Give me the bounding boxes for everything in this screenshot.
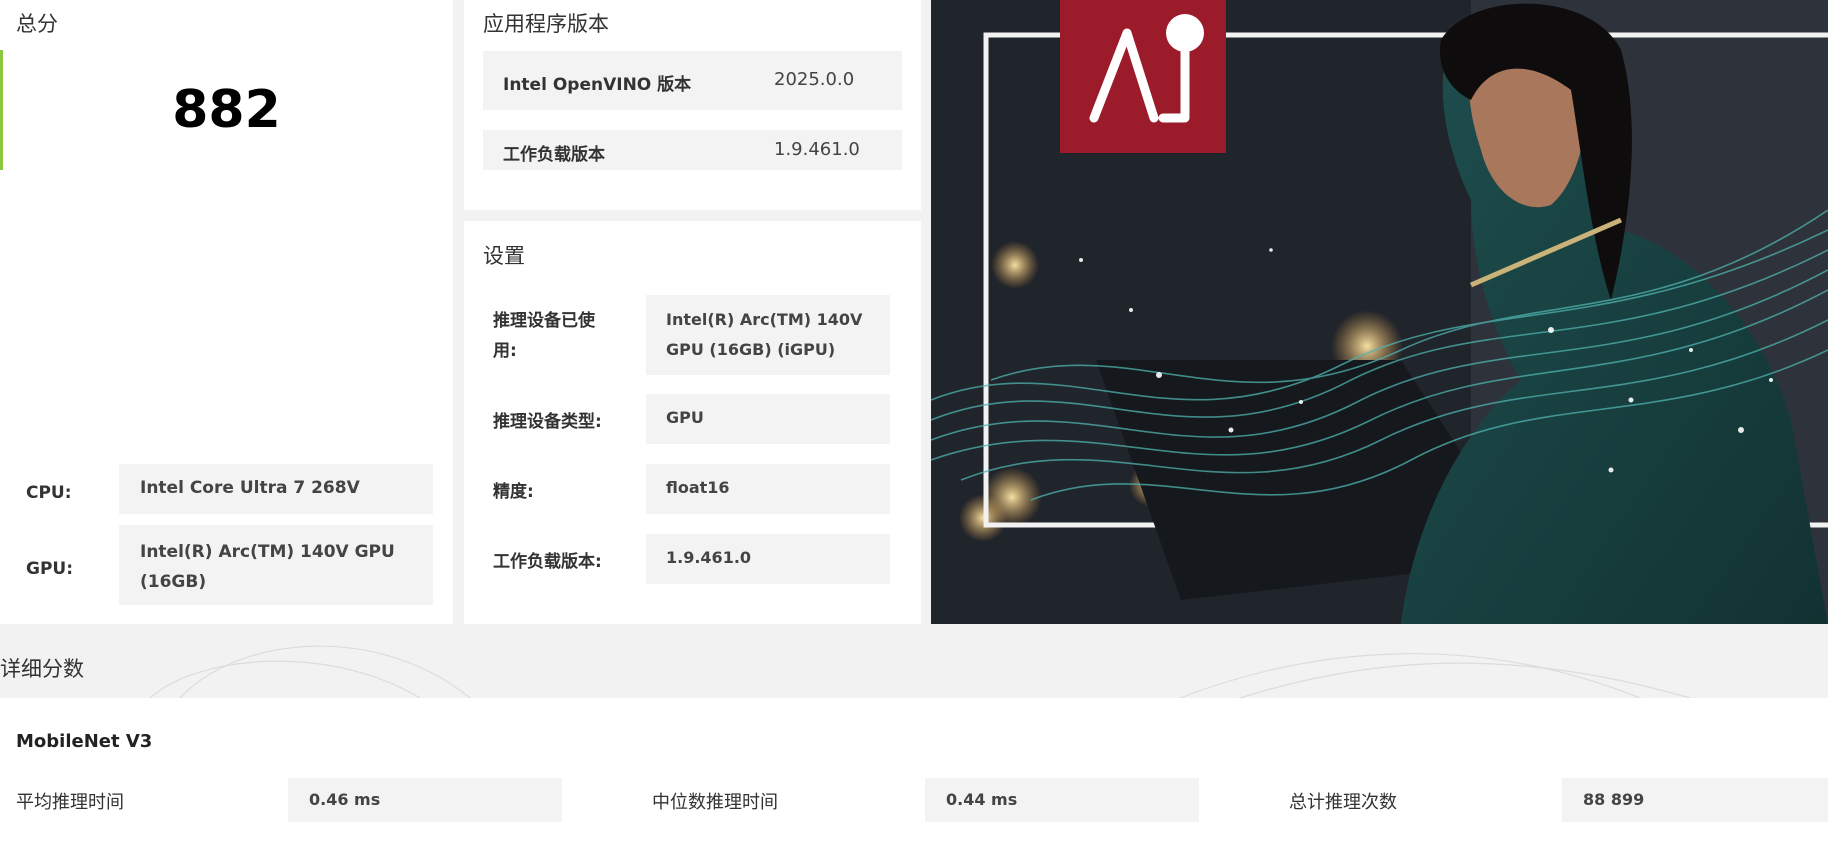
settings-title: 设置 [483, 244, 525, 268]
settings-workload-label: 工作负载版本: [493, 552, 602, 572]
settings-workload-field: 1.9.461.0 [646, 534, 890, 584]
hero-illustration [931, 0, 1828, 624]
median-inference-field: 0.44 ms [925, 778, 1199, 822]
precision-label: 精度: [493, 482, 534, 502]
bokeh-light [991, 241, 1039, 289]
device-type-label: 推理设备类型: [493, 412, 602, 432]
device-type-field: GPU [646, 394, 890, 444]
settings-panel: 设置 推理设备已使用: Intel(R) Arc(TM) 140V GPU (1… [464, 221, 921, 624]
avg-inference-label: 平均推理时间 [16, 792, 124, 813]
median-inference-value: 0.44 ms [946, 790, 1018, 809]
workload-version-value: 1.9.461.0 [774, 139, 860, 160]
gpu-label: GPU: [26, 559, 74, 579]
openvino-version-label: Intel OpenVINO 版本 [503, 75, 692, 95]
device-type-value: GPU [666, 408, 704, 427]
inference-device-value: Intel(R) Arc(TM) 140V GPU (16GB) (iGPU) [666, 310, 863, 359]
ai-logo-dot [1166, 14, 1204, 52]
hero-image [931, 0, 1828, 624]
score-title: 总分 [16, 12, 58, 36]
cpu-field: Intel Core Ultra 7 268V [119, 464, 433, 514]
workload-version-label: 工作负载版本 [503, 145, 605, 165]
details-title: 详细分数 [0, 657, 84, 681]
gpu-value: Intel(R) Arc(TM) 140V GPU (16GB) [140, 542, 395, 592]
version-title: 应用程序版本 [483, 12, 609, 36]
details-background-pattern [149, 645, 1691, 699]
score-value: 882 [172, 80, 281, 140]
gpu-field: Intel(R) Arc(TM) 140V GPU (16GB) [119, 525, 433, 605]
inference-device-label: 推理设备已使用: [493, 311, 595, 361]
app-version-panel: 应用程序版本 Intel OpenVINO 版本 2025.0.0 工作负载版本… [464, 0, 921, 210]
overall-score-panel: 总分 882 CPU: Intel Core Ultra 7 268V GPU:… [0, 0, 453, 624]
settings-workload-value: 1.9.461.0 [666, 548, 752, 567]
workload-version-row: 工作负载版本 1.9.461.0 [483, 130, 902, 170]
total-inferences-label: 总计推理次数 [1289, 792, 1397, 813]
bokeh-light [959, 494, 1007, 542]
openvino-version-value: 2025.0.0 [774, 69, 855, 90]
precision-value: float16 [666, 478, 730, 497]
inference-device-field: Intel(R) Arc(TM) 140V GPU (16GB) (iGPU) [646, 295, 890, 375]
precision-field: float16 [646, 464, 890, 514]
openvino-version-row: Intel OpenVINO 版本 2025.0.0 [483, 51, 902, 110]
avg-inference-value: 0.46 ms [309, 790, 381, 809]
cpu-value: Intel Core Ultra 7 268V [140, 478, 360, 498]
cpu-label: CPU: [26, 483, 72, 503]
total-inferences-field: 88 899 [1562, 778, 1828, 822]
avg-inference-field: 0.46 ms [288, 778, 562, 822]
details-header-bar [0, 624, 1828, 699]
model-name: MobileNet V3 [16, 731, 153, 752]
details-panel: MobileNet V3 平均推理时间 0.46 ms 中位数推理时间 0.44… [0, 698, 1828, 864]
total-inferences-value: 88 899 [1583, 790, 1645, 809]
median-inference-label: 中位数推理时间 [652, 792, 778, 813]
